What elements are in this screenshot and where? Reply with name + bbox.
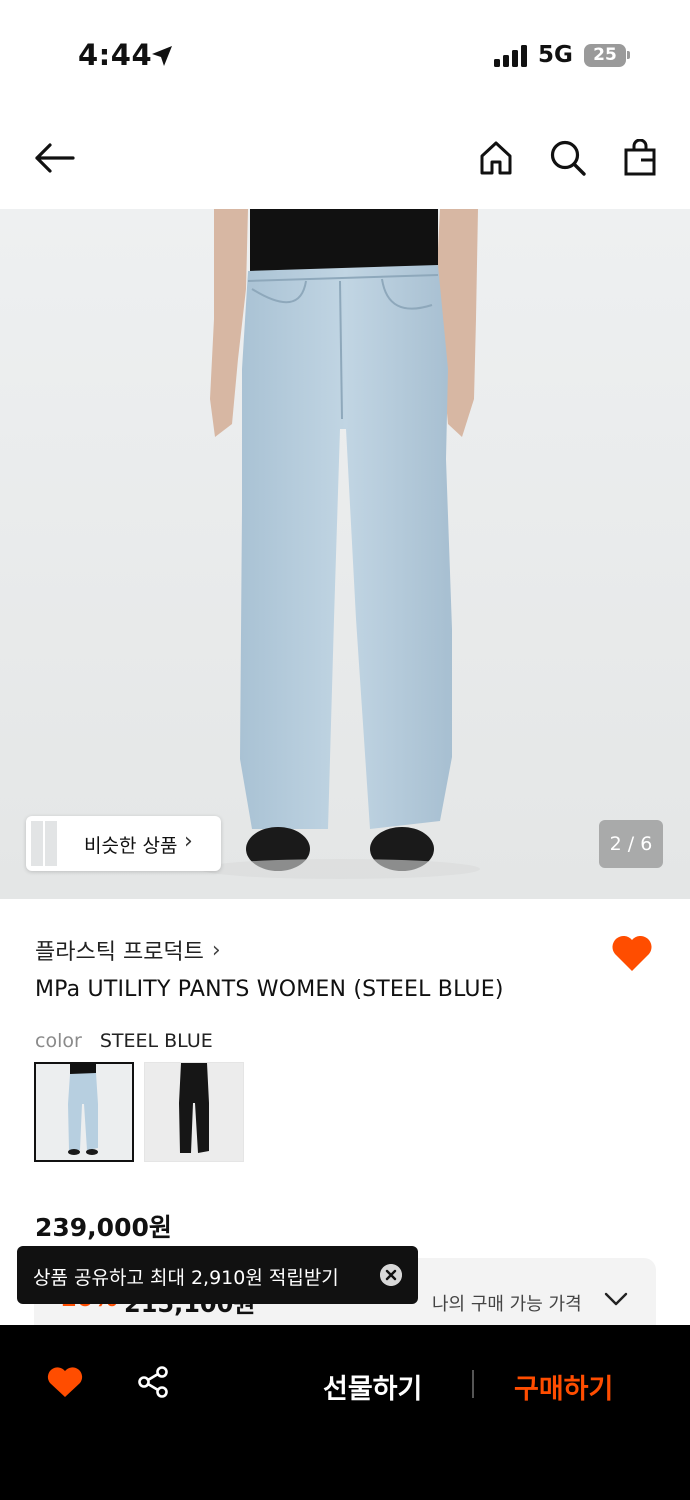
- wishlist-heart-icon[interactable]: [46, 1365, 84, 1399]
- brand-link[interactable]: 플라스틱 프로덕트 ›: [35, 934, 221, 966]
- bottom-action-bar: 선물하기 구매하기: [0, 1325, 690, 1500]
- similar-thumbnails: [30, 820, 62, 867]
- share-reward-toast[interactable]: 상품 공유하고 최대 2,910원 적립받기: [17, 1246, 418, 1304]
- toast-text: 상품 공유하고 최대 2,910원 적립받기: [33, 1267, 339, 1289]
- color-swatch-steel-blue[interactable]: [34, 1062, 134, 1162]
- color-swatch-black[interactable]: [144, 1062, 244, 1162]
- my-available-price-label: 나의 구매 가능 가격: [432, 1294, 582, 1315]
- image-page-indicator: 2 / 6: [599, 820, 663, 868]
- arrow-left-icon: [35, 143, 75, 173]
- swatch-black-thumbnail: [145, 1063, 243, 1161]
- status-bar: 4:44 5G 25: [0, 0, 690, 110]
- search-button[interactable]: [546, 136, 590, 180]
- home-icon: [480, 141, 512, 175]
- chevron-right-icon: ›: [184, 829, 193, 854]
- battery-icon: 25: [584, 44, 626, 67]
- buy-button[interactable]: 구매하기: [514, 1367, 613, 1406]
- divider: [472, 1370, 474, 1398]
- chevron-right-icon: ›: [211, 937, 221, 963]
- color-row: color STEEL BLUE: [35, 1030, 213, 1052]
- product-image[interactable]: [0, 209, 690, 899]
- share-icon[interactable]: [136, 1365, 170, 1399]
- back-button[interactable]: [32, 136, 76, 180]
- close-icon[interactable]: [380, 1264, 402, 1286]
- similar-thumbnail: [30, 820, 44, 867]
- color-value: STEEL BLUE: [99, 1030, 213, 1052]
- network-type: 5G: [538, 42, 573, 68]
- similar-thumbnail: [44, 820, 58, 867]
- gift-button[interactable]: 선물하기: [323, 1367, 422, 1406]
- color-label: color: [35, 1030, 82, 1052]
- product-title: MPa UTILITY PANTS WOMEN (STEEL BLUE): [35, 977, 504, 1002]
- chevron-down-icon: [604, 1292, 628, 1306]
- wishlist-heart-icon[interactable]: [610, 933, 654, 973]
- cellular-signal-icon: [494, 45, 527, 67]
- location-arrow-icon: [152, 46, 172, 66]
- status-time: 4:44: [78, 38, 153, 72]
- brand-name: 플라스틱 프로덕트: [35, 940, 204, 965]
- shopping-bag-icon: [624, 139, 656, 176]
- battery-tip: [627, 51, 630, 59]
- cart-button[interactable]: [618, 136, 662, 180]
- home-button[interactable]: [474, 136, 518, 180]
- jeans-photo: [0, 209, 690, 899]
- battery-level: 25: [593, 45, 617, 65]
- swatch-jeans-thumbnail: [36, 1064, 132, 1160]
- nav-bar: [0, 118, 690, 198]
- similar-products-button[interactable]: 비슷한 상품 ›: [26, 816, 221, 871]
- product-price: 239,000원: [35, 1213, 172, 1242]
- similar-products-label: 비슷한 상품: [84, 835, 178, 857]
- search-icon: [550, 140, 586, 176]
